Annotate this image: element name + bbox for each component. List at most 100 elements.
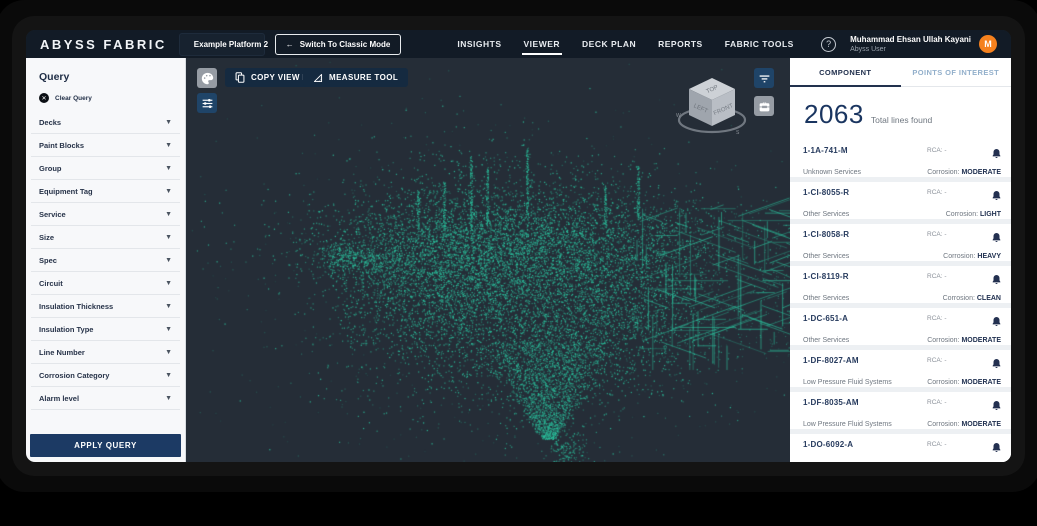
filter-button[interactable] <box>754 68 774 88</box>
filter-label: Paint Blocks <box>39 141 84 150</box>
filter-equipment-tag[interactable]: Equipment Tag ▼ <box>31 180 180 203</box>
filter-label: Spec <box>39 256 57 265</box>
toolbox-button[interactable] <box>754 96 774 116</box>
user-info: Muhammad Ehsan Ullah Kayani Abyss User <box>850 35 971 54</box>
query-filter-list: Decks▼Paint Blocks▼Group▼Equipment Tag▼S… <box>26 111 185 410</box>
alarm-bell-icon <box>989 356 1001 374</box>
chevron-down-icon: ▼ <box>165 211 172 218</box>
component-list-item[interactable]: 1-CI-8119-R RCA: - Other Services Corros… <box>790 266 1011 303</box>
display-settings-button[interactable] <box>197 93 217 113</box>
component-corrosion: Corrosion: MODERATE <box>927 421 1001 428</box>
component-list-item[interactable]: 1-CI-8058-R RCA: - Other Services Corros… <box>790 224 1011 261</box>
component-id: 1-DF-8035-AM <box>803 398 927 407</box>
chevron-down-icon: ▼ <box>165 119 172 126</box>
filter-group[interactable]: Group ▼ <box>31 157 180 180</box>
switch-classic-mode-label: Switch To Classic Mode <box>300 40 391 49</box>
component-service: Low Pressure Fluid Systems <box>803 421 927 428</box>
component-service: Low Pressure Fluid Systems <box>803 379 927 386</box>
tab-points-of-interest[interactable]: POINTS OF INTEREST <box>901 58 1012 86</box>
component-panel: COMPONENTPOINTS OF INTEREST 2063 Total l… <box>790 58 1011 462</box>
ring-label-south: S <box>736 130 740 136</box>
navigation-cube[interactable]: W S TOP LEFT FRONT <box>674 70 750 142</box>
filter-decks[interactable]: Decks▼ <box>31 111 180 134</box>
component-list-item[interactable]: 1-DO-6092-A RCA: - Other Services Corros… <box>790 434 1011 462</box>
alarm-bell-icon <box>989 398 1001 416</box>
component-list-item[interactable]: 1-DC-651-A RCA: - Other Services Corrosi… <box>790 308 1011 345</box>
filter-alarm-level[interactable]: Alarm level▼ <box>31 387 180 410</box>
clear-icon: ✕ <box>39 93 49 103</box>
alarm-bell-icon <box>989 230 1001 248</box>
ruler-icon <box>313 73 323 83</box>
component-list-item[interactable]: 1-DF-8035-AM RCA: - Low Pressure Fluid S… <box>790 392 1011 429</box>
component-id: 1-CI-8119-R <box>803 272 927 281</box>
ring-label-west: W <box>676 113 681 119</box>
app-window: ABYSS FABRIC Example Platform 2 ← Switch… <box>26 30 1011 462</box>
component-id: 1-1A-741-M <box>803 146 927 155</box>
filter-insulation-thickness[interactable]: Insulation Thickness▼ <box>31 295 180 318</box>
component-id: 1-DO-6092-A <box>803 440 927 449</box>
filter-label: Line Number <box>39 348 85 357</box>
tab-component[interactable]: COMPONENT <box>790 58 901 86</box>
filter-label: Equipment Tag <box>39 187 93 196</box>
chevron-down-icon: ▼ <box>165 188 172 195</box>
component-service: Other Services <box>803 211 946 218</box>
help-icon[interactable]: ? <box>821 37 836 52</box>
component-rca: RCA: - <box>927 440 989 448</box>
component-corrosion: Corrosion: HEAVY <box>943 253 1001 260</box>
component-corrosion: Corrosion: LIGHT <box>946 211 1001 218</box>
filter-line-number[interactable]: Line Number ▼ <box>31 341 180 364</box>
component-id: 1-CI-8055-R <box>803 188 927 197</box>
filter-label: Group <box>39 164 62 173</box>
component-list: 1-1A-741-M RCA: - Unknown Services Corro… <box>790 140 1011 462</box>
nav-deck-plan[interactable]: DECK PLAN <box>582 30 636 58</box>
filter-label: Service <box>39 210 66 219</box>
apply-query-button[interactable]: APPLY QUERY <box>30 434 181 457</box>
component-service: Other Services <box>803 337 927 344</box>
filter-circuit[interactable]: Circuit ▼ <box>31 272 180 295</box>
viewer-3d: COPY VIEW LINK MEASURE TOOL <box>186 58 790 462</box>
alarm-bell-icon <box>989 188 1001 206</box>
filter-size[interactable]: Size▼ <box>31 226 180 249</box>
component-list-item[interactable]: 1-1A-741-M RCA: - Unknown Services Corro… <box>790 140 1011 177</box>
chevron-down-icon: ▼ <box>165 280 172 287</box>
chevron-down-icon: ▼ <box>165 257 172 264</box>
chevron-down-icon: ▼ <box>165 326 172 333</box>
user-name: Muhammad Ehsan Ullah Kayani <box>850 35 971 45</box>
filter-service[interactable]: Service ▼ <box>31 203 180 226</box>
component-list-item[interactable]: 1-CI-8055-R RCA: - Other Services Corros… <box>790 182 1011 219</box>
desktop-background: ABYSS FABRIC Example Platform 2 ← Switch… <box>0 0 1037 526</box>
alarm-bell-icon <box>989 440 1001 458</box>
filter-insulation-type[interactable]: Insulation Type▼ <box>31 318 180 341</box>
nav-insights[interactable]: INSIGHTS <box>457 30 501 58</box>
component-rca: RCA: - <box>927 398 989 406</box>
switch-classic-mode-button[interactable]: ← Switch To Classic Mode <box>275 34 402 55</box>
app-logo: ABYSS FABRIC <box>40 37 167 52</box>
platform-selector[interactable]: Example Platform 2 <box>179 33 265 56</box>
filter-corrosion-category[interactable]: Corrosion Category▼ <box>31 364 180 387</box>
filter-list-icon <box>758 72 771 85</box>
filter-label: Size <box>39 233 54 242</box>
nav-viewer[interactable]: VIEWER <box>524 30 561 58</box>
component-id: 1-DC-651-A <box>803 314 927 323</box>
filter-label: Circuit <box>39 279 63 288</box>
clear-query-button[interactable]: ✕ Clear Query <box>26 83 185 111</box>
color-palette-button[interactable] <box>197 68 217 88</box>
measure-tool-button[interactable]: MEASURE TOOL <box>303 68 408 87</box>
alarm-bell-icon <box>989 146 1001 164</box>
panel-tabs: COMPONENTPOINTS OF INTEREST <box>790 58 1011 87</box>
component-list-item[interactable]: 1-DF-8027-AM RCA: - Low Pressure Fluid S… <box>790 350 1011 387</box>
avatar[interactable]: M <box>979 35 997 53</box>
component-service: Unknown Services <box>803 169 927 176</box>
nav-reports[interactable]: REPORTS <box>658 30 703 58</box>
chevron-down-icon: ▼ <box>165 165 172 172</box>
nav-fabric-tools[interactable]: FABRIC TOOLS <box>725 30 794 58</box>
component-rca: RCA: - <box>927 230 989 238</box>
chevron-down-icon: ▼ <box>165 349 172 356</box>
filter-spec[interactable]: Spec ▼ <box>31 249 180 272</box>
filter-label: Corrosion Category <box>39 371 109 380</box>
component-service: Other Services <box>803 295 943 302</box>
component-rca: RCA: - <box>927 272 989 280</box>
component-rca: RCA: - <box>927 356 989 364</box>
filter-paint-blocks[interactable]: Paint Blocks▼ <box>31 134 180 157</box>
component-corrosion: Corrosion: MODERATE <box>927 337 1001 344</box>
